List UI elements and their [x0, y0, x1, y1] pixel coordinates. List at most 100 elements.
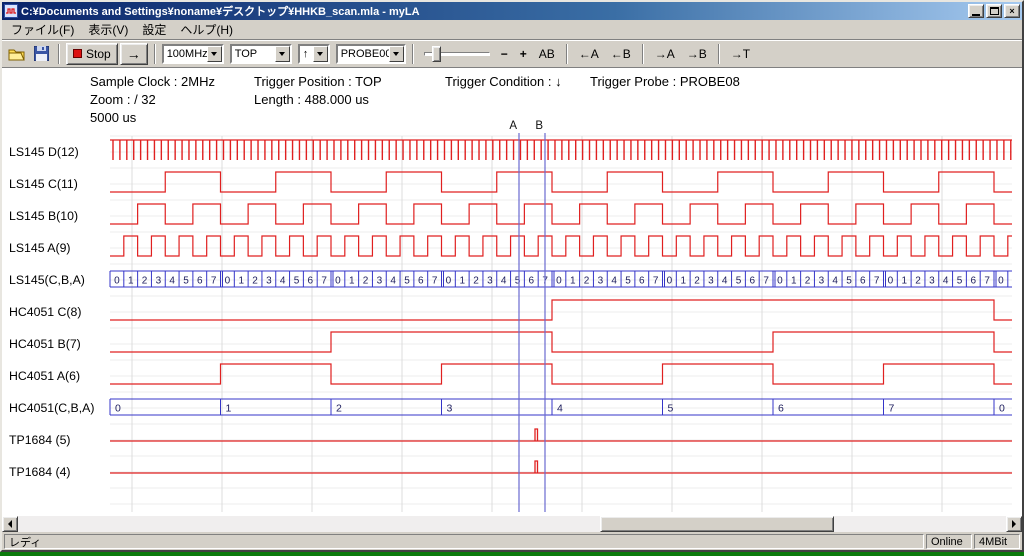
- bus-value: 2: [915, 276, 921, 287]
- bus-value: 0: [999, 403, 1005, 415]
- length-info: Length : 488.000 us: [254, 92, 369, 107]
- ab-range-button[interactable]: AB: [534, 43, 560, 65]
- digital-waveform: [110, 332, 1012, 352]
- scrollbar-thumb[interactable]: [600, 516, 834, 532]
- goto-marker-b-button[interactable]: ←B: [606, 43, 636, 65]
- bus-value: 4: [611, 276, 617, 287]
- toolbar-separator: [58, 44, 60, 64]
- zoom-slider-thumb[interactable]: [432, 46, 441, 62]
- bus-value: 1: [570, 276, 576, 287]
- maximize-button[interactable]: [986, 4, 1002, 18]
- bus-value: 2: [694, 276, 700, 287]
- bus-value: 3: [487, 276, 493, 287]
- dropdown-button[interactable]: [275, 46, 290, 62]
- bus-value: 5: [957, 276, 963, 287]
- bus-value: 5: [846, 276, 852, 287]
- bus-value: 7: [763, 276, 769, 287]
- bus-value: 1: [238, 276, 244, 287]
- trigger-probe-select[interactable]: PROBE00: [336, 44, 406, 64]
- bus-value: 3: [708, 276, 714, 287]
- waveform-panel[interactable]: LS145 D(12) LS145 C(11) LS145 B(10) LS145 A…: [2, 115, 1022, 516]
- zoom-out-button[interactable]: −: [496, 43, 513, 65]
- sample-clock-value: 100MHz: [167, 48, 207, 60]
- zoom-in-button[interactable]: +: [515, 43, 532, 65]
- channel-label: LS145 C(11): [9, 177, 78, 191]
- bus-value: 6: [308, 276, 314, 287]
- bus-value: 4: [943, 276, 949, 287]
- statusbar: レディ Online 4MBit: [2, 532, 1022, 550]
- channel-label: HC4051(C,B,A): [9, 401, 94, 415]
- bus-value: 7: [653, 276, 659, 287]
- arrow-right-icon: [1012, 520, 1016, 528]
- status-online: Online: [926, 534, 972, 549]
- bus-value: 4: [280, 276, 286, 287]
- trigger-probe-value: PROBE00: [341, 48, 389, 60]
- sample-clock-select[interactable]: 100MHz: [162, 44, 224, 64]
- bus-value: 0: [335, 276, 341, 287]
- strobe-pulses: [113, 140, 1011, 160]
- pulse-event: [535, 429, 538, 441]
- close-button[interactable]: ×: [1004, 4, 1020, 18]
- trigger-edge-select[interactable]: ↑: [298, 44, 330, 64]
- bus-value: 5: [625, 276, 631, 287]
- dropdown-button[interactable]: [389, 46, 404, 62]
- chevron-down-icon: [211, 52, 217, 56]
- bus-value: 5: [668, 403, 674, 415]
- save-file-button[interactable]: [30, 43, 52, 65]
- bus-value: 6: [971, 276, 977, 287]
- set-marker-b-button[interactable]: →B: [682, 43, 712, 65]
- bus-value: 4: [390, 276, 396, 287]
- menu-settings[interactable]: 設定: [135, 19, 173, 40]
- goto-trigger-button[interactable]: →T: [726, 43, 755, 65]
- app-window: C:¥Documents and Settings¥noname¥デスクトップ¥…: [0, 0, 1024, 552]
- toolbar-separator: [718, 44, 720, 64]
- channel-label: HC4051 B(7): [9, 337, 81, 351]
- status-memory: 4MBit: [974, 534, 1020, 549]
- bus-value: 2: [142, 276, 148, 287]
- titlebar[interactable]: C:¥Documents and Settings¥noname¥デスクトップ¥…: [2, 2, 1022, 20]
- channel-label: LS145 D(12): [9, 145, 79, 159]
- horizontal-scrollbar[interactable]: [2, 516, 1022, 532]
- dropdown-button[interactable]: [207, 46, 222, 62]
- main-area: Sample Clock : 2MHz Trigger Position : T…: [2, 68, 1022, 532]
- bus-value: 1: [128, 276, 134, 287]
- trigger-position-select[interactable]: TOP: [230, 44, 292, 64]
- chevron-down-icon: [317, 52, 323, 56]
- bus-value: 2: [252, 276, 258, 287]
- scroll-left-button[interactable]: [2, 516, 18, 532]
- open-file-button[interactable]: [6, 43, 28, 65]
- bus-value: 3: [266, 276, 272, 287]
- menu-view[interactable]: 表示(V): [81, 19, 135, 40]
- close-icon: ×: [1009, 6, 1014, 16]
- stop-button[interactable]: Stop: [66, 43, 118, 65]
- digital-waveform: [110, 236, 1012, 256]
- bus-value: 6: [750, 276, 756, 287]
- toolbar-separator: [642, 44, 644, 64]
- channel-label: TP1684 (4): [9, 465, 71, 479]
- goto-marker-a-button[interactable]: ←A: [574, 43, 604, 65]
- set-marker-a-button[interactable]: →A: [650, 43, 680, 65]
- bus-value: 4: [501, 276, 507, 287]
- bus-value: 6: [778, 403, 784, 415]
- bus-value: 2: [584, 276, 590, 287]
- minimize-button[interactable]: [968, 4, 984, 18]
- zoom-slider[interactable]: [424, 43, 490, 65]
- channel-label: LS145 B(10): [9, 209, 78, 223]
- run-button[interactable]: →: [120, 43, 148, 65]
- trigger-condition-info: Trigger Condition : ↓: [445, 74, 562, 89]
- bus-value: 5: [183, 276, 189, 287]
- dropdown-button[interactable]: [313, 46, 328, 62]
- bus-value: 7: [889, 403, 895, 415]
- bus-value: 0: [225, 276, 231, 287]
- open-folder-icon: [8, 47, 26, 61]
- bus-value: 6: [197, 276, 203, 287]
- bus-value: 2: [336, 403, 342, 415]
- scrollbar-track[interactable]: [18, 516, 1006, 532]
- menu-file[interactable]: ファイル(F): [4, 19, 81, 40]
- menu-help[interactable]: ヘルプ(H): [173, 19, 240, 40]
- bus-value: 3: [598, 276, 604, 287]
- bus-value: 4: [722, 276, 728, 287]
- channel-label: LS145 A(9): [9, 241, 71, 255]
- scroll-right-button[interactable]: [1006, 516, 1022, 532]
- bus-value: 3: [447, 403, 453, 415]
